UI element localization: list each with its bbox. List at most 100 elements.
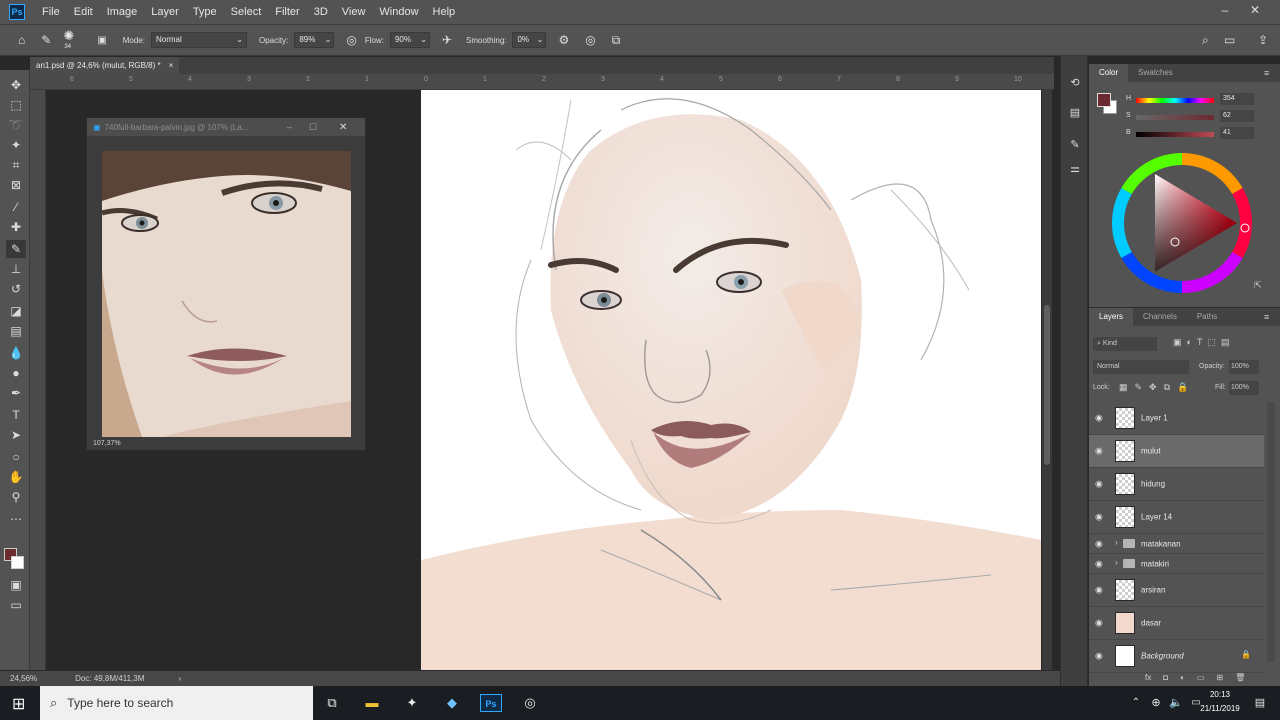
workspace-icon[interactable]: ▭ (1224, 33, 1235, 47)
panel-menu-icon[interactable]: ≡ (1264, 68, 1269, 78)
dodge-tool-icon[interactable]: ● (6, 364, 26, 382)
clone-stamp-tool-icon[interactable]: ⊥ (6, 260, 26, 278)
tab-paths[interactable]: Paths (1187, 308, 1227, 326)
smoothing-field[interactable]: 0% ⌄ (512, 32, 547, 48)
app-icon[interactable]: ✦ (402, 694, 422, 712)
layer-filter-icons[interactable]: ▣◐T⬚▤ (1173, 337, 1234, 348)
eyedropper-tool-icon[interactable]: ⁄ (6, 198, 26, 216)
menu-layer[interactable]: Layer (144, 0, 186, 24)
eye-icon[interactable]: ◉ (1095, 512, 1103, 523)
zoom-tool-icon[interactable]: ⚲ (6, 488, 26, 506)
menu-filter[interactable]: Filter (268, 0, 306, 24)
layers-scrollbar[interactable] (1267, 402, 1275, 662)
brightness-slider[interactable] (1136, 132, 1214, 137)
hand-tool-icon[interactable]: ✋ (6, 468, 26, 486)
menu-3d[interactable]: 3D (307, 0, 335, 24)
search-icon[interactable]: ⌕ (1202, 33, 1209, 48)
tab-channels[interactable]: Channels (1133, 308, 1187, 326)
flow-field[interactable]: 90% ⌄ (389, 32, 430, 48)
minimize-icon[interactable]: – (287, 122, 292, 132)
foreground-color-chip[interactable] (1097, 93, 1111, 107)
eraser-tool-icon[interactable]: ◪ (6, 302, 26, 320)
new-layer-icon[interactable]: ⊞ (1216, 673, 1223, 682)
pressure-size-icon[interactable]: ◎ (585, 33, 595, 47)
pressure-opacity-icon[interactable]: ◎ (346, 33, 356, 47)
color-wheel[interactable] (1109, 150, 1255, 296)
document-tab[interactable]: an1.psd @ 24,6% (mulut, RGB/8) * × (30, 57, 180, 74)
taskbar-search-box[interactable]: ⌕ Type here to search (40, 686, 313, 720)
layer-row[interactable]: ◉ Layer 1 (1089, 402, 1264, 435)
background-color-swatch[interactable] (11, 556, 24, 569)
frame-tool-icon[interactable]: ⊠ (6, 176, 26, 194)
taskbar-date[interactable]: 21/11/2019 (1196, 704, 1244, 713)
opacity-field[interactable]: 89% ⌄ (294, 32, 335, 48)
brush-settings-panel-icon[interactable]: ✎ (1066, 136, 1084, 154)
new-group-icon[interactable]: ▭ (1197, 673, 1205, 682)
vertical-scrollbar[interactable] (1042, 90, 1052, 670)
blend-mode-select[interactable]: Normal (1093, 360, 1189, 374)
app-icon[interactable]: ◆ (442, 694, 462, 712)
hue-value[interactable]: 354 (1220, 93, 1254, 105)
crop-tool-icon[interactable]: ⌗ (6, 156, 26, 174)
adjustment-layer-icon[interactable]: ◐ (1180, 673, 1185, 682)
panel-menu-icon[interactable]: ≡ (1264, 312, 1269, 322)
menu-help[interactable]: Help (426, 0, 463, 24)
trash-icon[interactable]: 🗑 (1235, 673, 1245, 682)
taskbar-time[interactable]: 20:13 (1200, 690, 1240, 699)
eye-icon[interactable]: ◉ (1095, 558, 1103, 569)
properties-panel-icon[interactable]: ▤ (1066, 104, 1084, 122)
fx-icon[interactable]: fx (1145, 673, 1151, 682)
tab-layers[interactable]: Layers (1089, 308, 1134, 326)
notifications-icon[interactable]: ▤ (1250, 694, 1270, 712)
eye-icon[interactable]: ◉ (1095, 479, 1103, 490)
obs-icon[interactable]: ◎ (520, 694, 540, 712)
photoshop-taskbar-icon[interactable]: Ps (480, 694, 502, 712)
lasso-tool-icon[interactable]: ➰ (6, 116, 26, 134)
saturation-value[interactable]: 62 (1220, 110, 1254, 122)
layer-opacity-field[interactable]: 100% (1229, 360, 1259, 374)
brush-size-picker[interactable]: ✺ 34 (59, 28, 81, 52)
gear-icon[interactable]: ⚙ (558, 33, 569, 47)
task-view-icon[interactable]: ⧉ (322, 694, 342, 712)
brush-tool-icon[interactable]: ✎ (6, 240, 26, 258)
reference-image-window[interactable]: ▣ 740full-barbara-palvin.jpg @ 107% (La.… (86, 117, 366, 451)
history-brush-tool-icon[interactable]: ↺ (6, 280, 26, 298)
eye-icon[interactable]: ◉ (1095, 618, 1103, 629)
menu-file[interactable]: File (35, 0, 67, 24)
quick-select-tool-icon[interactable]: ✦ (6, 136, 26, 154)
airbrush-icon[interactable]: ✈ (442, 33, 452, 47)
share-icon[interactable]: ⇪ (1258, 33, 1268, 47)
network-icon[interactable]: ⊕ (1146, 694, 1166, 712)
more-tools-icon[interactable]: ⋯ (6, 510, 26, 528)
menu-select[interactable]: Select (224, 0, 269, 24)
lock-options-icons[interactable]: ▦✎✥⧉🔒 (1119, 382, 1195, 393)
saturation-slider[interactable] (1136, 115, 1214, 120)
path-select-tool-icon[interactable]: ➤ (6, 426, 26, 444)
maximize-icon[interactable] (1212, 0, 1242, 20)
close-window-icon[interactable]: ✕ (1240, 0, 1270, 20)
layer-row[interactable]: ◉ dasar (1089, 607, 1264, 640)
document-canvas[interactable] (421, 90, 1041, 670)
chevron-right-icon[interactable]: › (1115, 538, 1118, 547)
screen-mode-icon[interactable]: ▭ (6, 596, 26, 614)
add-mask-icon[interactable]: ◘ (1163, 673, 1168, 682)
menu-type[interactable]: Type (186, 0, 224, 24)
status-menu-arrow-icon[interactable]: › (178, 674, 181, 683)
eye-icon[interactable]: ◉ (1095, 538, 1103, 549)
maximize-icon[interactable]: ☐ (309, 122, 317, 133)
document-tab-close-icon[interactable]: × (169, 57, 174, 74)
menu-view[interactable]: View (335, 0, 373, 24)
windows-start-icon[interactable]: ⊞ (12, 694, 25, 714)
eye-icon[interactable]: ◉ (1095, 446, 1103, 457)
tab-swatches[interactable]: Swatches (1128, 64, 1183, 82)
layer-row-selected[interactable]: ◉ mulut (1089, 435, 1264, 468)
color-mode-icon[interactable]: ⇱ (1254, 280, 1262, 291)
chevron-right-icon[interactable]: › (1115, 558, 1118, 567)
layer-row[interactable]: ◉ arsiran (1089, 574, 1264, 607)
layer-row[interactable]: ◉ hidung (1089, 468, 1264, 501)
brightness-value[interactable]: 41 (1220, 127, 1254, 139)
layer-row[interactable]: ◉ Layer 14 (1089, 501, 1264, 534)
pen-tool-icon[interactable]: ✒ (6, 384, 26, 402)
ellipse-tool-icon[interactable]: ○ (6, 448, 26, 466)
symmetry-icon[interactable]: ⧉ (612, 33, 621, 48)
